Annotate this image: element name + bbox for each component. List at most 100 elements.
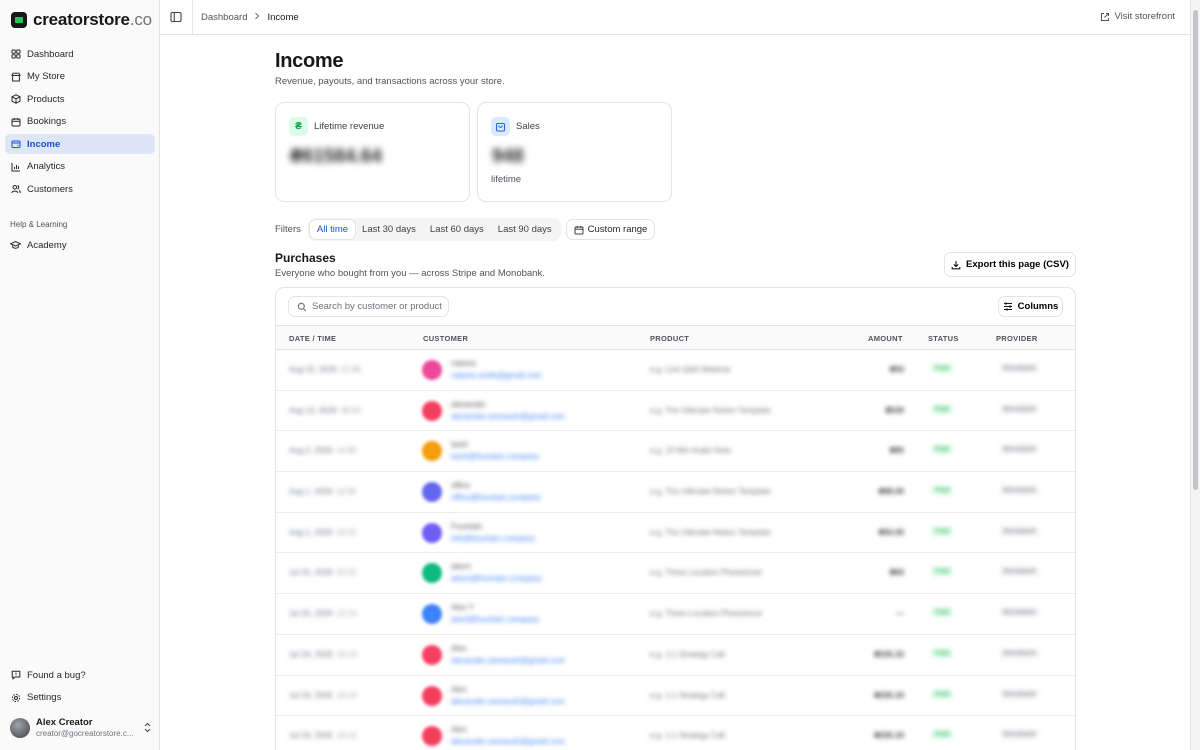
table-row[interactable]: Jul 24, 2026 10:12 Alex alexander.semaush@g…: [276, 716, 1075, 750]
col-provider[interactable]: PROVIDER: [996, 334, 1038, 343]
customer-email[interactable]: alexander.semaush@gmail.com: [451, 656, 565, 665]
provider-badge: Monobank: [1000, 364, 1039, 373]
product-name: e.g. 1:1 Strategy Call: [650, 731, 725, 741]
sidebar-item-academy[interactable]: Academy: [5, 235, 155, 255]
sidebar-toggle-button[interactable]: [160, 0, 193, 35]
table-row[interactable]: Aug 1, 2026 13:30 office office@fountain.co…: [276, 472, 1075, 513]
nav-item-label: Settings: [27, 692, 62, 703]
customer-email[interactable]: office@fountain.company: [451, 493, 541, 502]
users-icon: [10, 184, 21, 195]
sidebar-item-found-a-bug[interactable]: Found a bug?: [5, 665, 155, 685]
lifetime-revenue-card: ₴ Lifetime revenue ₴61584.64: [275, 102, 470, 202]
search-box[interactable]: [288, 296, 449, 317]
table-row[interactable]: Jul 24, 2026 10:13 Alex alexander.semaush@g…: [276, 635, 1075, 676]
custom-range-label: Custom range: [587, 224, 648, 235]
external-link-icon: [1101, 12, 1110, 21]
customer-avatar: [422, 726, 442, 747]
status-badge: Paid: [931, 364, 954, 373]
help-section-label: Help & Learning: [10, 220, 68, 229]
customer-email[interactable]: roberto.smile@gmail.com: [451, 371, 542, 380]
customer-email[interactable]: info@fountain.company: [451, 534, 535, 543]
customer-email[interactable]: alexf@fountain.company: [451, 615, 539, 624]
table-row[interactable]: Jul 24, 2026 10:13 Alex alexander.semaush@g…: [276, 676, 1075, 717]
search-input[interactable]: [312, 301, 447, 312]
visit-storefront-link[interactable]: Visit storefront: [1100, 11, 1175, 22]
col-status[interactable]: STATUS: [928, 334, 959, 343]
graduation-cap-icon: [10, 240, 21, 251]
customer-avatar: [422, 644, 442, 665]
customer-email[interactable]: alexander.semaush@gmail.com: [451, 412, 565, 421]
table-row[interactable]: Jul 25, 2026 12:14 Alex Y alexf@fountain.co…: [276, 594, 1075, 635]
chevron-up-down-icon: [143, 722, 152, 735]
filter-last-60-days[interactable]: Last 60 days: [423, 220, 491, 239]
date-filter-segmented: All time Last 30 days Last 60 days Last 90 …: [307, 218, 561, 241]
product-name: e.g. 1:1 Strategy Call: [650, 649, 725, 659]
sidebar-item-analytics[interactable]: Analytics: [5, 157, 155, 177]
nav-item-label: Bookings: [27, 116, 67, 127]
store-icon: [10, 71, 21, 82]
sidebar-item-customers[interactable]: Customers: [5, 179, 155, 199]
amount: ₴335.33: [874, 731, 904, 741]
customer-email[interactable]: lavirt@fountain.company: [451, 452, 539, 461]
col-date[interactable]: DATE / TIME: [289, 334, 336, 343]
status-badge: Paid: [931, 730, 954, 740]
table-row[interactable]: Aug 12, 2026 09:50 alexander alexander.sema…: [276, 391, 1075, 432]
amount: —: [896, 609, 904, 619]
sidebar-item-my-store[interactable]: My Store: [5, 67, 155, 87]
customer-name: alexander: [451, 399, 487, 409]
amount: ₴335.33: [874, 649, 904, 659]
store-logo-icon: [11, 12, 27, 28]
table-row[interactable]: Jul 31, 2026 22:22 alexrt alexrt@fountain.c…: [276, 553, 1075, 595]
purchase-time: 14:46: [336, 446, 357, 456]
provider-badge: Monobank: [1000, 730, 1039, 740]
col-amount[interactable]: AMOUNT: [868, 334, 903, 343]
col-product[interactable]: PRODUCT: [650, 334, 689, 343]
customer-name: Fountain: [451, 521, 483, 531]
sidebar-item-bookings[interactable]: Bookings: [5, 112, 155, 132]
purchase-date: Aug 15, 2026 21:08: [289, 365, 361, 374]
customer-email[interactable]: alexander.semaush@gmail.com: [451, 737, 565, 746]
amount: ₴60: [889, 568, 904, 578]
scrollbar[interactable]: [1190, 0, 1200, 750]
customer-avatar: [422, 563, 442, 584]
sidebar-item-income[interactable]: Income: [5, 134, 155, 154]
scrollbar-thumb[interactable]: [1193, 10, 1198, 490]
brand-logo[interactable]: creatorstore.co: [11, 10, 152, 30]
breadcrumb-dashboard[interactable]: Dashboard: [201, 12, 247, 23]
table-row[interactable]: Aug 15, 2026 21:08 roberto roberto.smile@gm…: [276, 350, 1075, 391]
amount: ₴530: [885, 405, 904, 415]
sidebar-item-products[interactable]: Products: [5, 89, 155, 109]
amount: ₴50: [889, 365, 904, 374]
visit-storefront-label: Visit storefront: [1114, 11, 1175, 22]
export-csv-button[interactable]: Export this page (CSV): [944, 252, 1076, 277]
purchases-title: Purchases: [275, 251, 336, 265]
customer-email[interactable]: alexrt@fountain.company: [451, 574, 542, 583]
customer-avatar: [422, 522, 442, 543]
product-name: e.g. The Ultimate Notion Template: [650, 527, 771, 537]
filter-all-time[interactable]: All time: [309, 220, 356, 239]
purchase-time: 21:08: [340, 365, 361, 374]
user-menu[interactable]: Alex Creator creator@gocreatorstore.c...: [10, 718, 152, 739]
purchase-date: Jul 24, 2026 10:13: [289, 649, 357, 659]
provider-badge: Monobank: [1000, 689, 1039, 699]
customer-name: alexrt: [451, 562, 471, 572]
custom-range-button[interactable]: Custom range: [565, 219, 656, 240]
search-icon: [297, 302, 307, 311]
customer-email[interactable]: alexander.semaush@gmail.com: [451, 697, 565, 706]
customer-name: office: [451, 481, 470, 491]
col-customer[interactable]: CUSTOMER: [423, 334, 468, 343]
product-name: e.g. Three Location Photoshoot: [650, 609, 762, 619]
package-icon: [10, 94, 21, 105]
status-badge: Paid: [931, 608, 954, 618]
product-name: e.g. 1:1 Strategy Call: [650, 690, 725, 700]
filter-last-90-days[interactable]: Last 90 days: [491, 220, 559, 239]
filter-last-30-days[interactable]: Last 30 days: [355, 220, 423, 239]
customer-name: Alex Y: [451, 603, 474, 613]
table-row[interactable]: Aug 2, 2026 14:46 lavirt lavirt@fountain.co…: [276, 431, 1075, 473]
nav-item-label: Customers: [27, 183, 73, 195]
columns-button[interactable]: Columns: [998, 296, 1063, 317]
sidebar-item-dashboard[interactable]: Dashboard: [5, 44, 155, 64]
sidebar-item-settings[interactable]: Settings: [5, 688, 155, 708]
table-row[interactable]: Aug 1, 2026 10:15 Fountain info@fountain.co…: [276, 513, 1075, 554]
bar-chart-icon: [10, 161, 21, 172]
